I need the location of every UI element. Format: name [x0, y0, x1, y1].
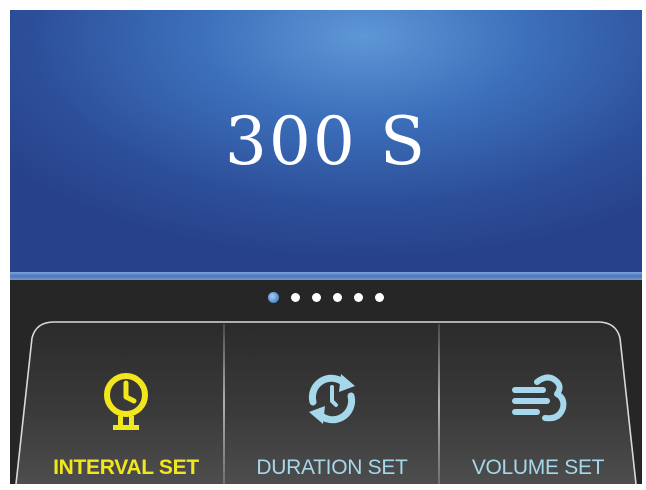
page-indicator — [10, 292, 642, 306]
volume-set-label: VOLUME SET — [471, 456, 605, 479]
volume-set-button[interactable]: VOLUME SET — [440, 322, 636, 484]
clock-icon — [104, 373, 148, 430]
page-dot-2[interactable] — [291, 293, 300, 302]
cycle-arrows-icon — [308, 374, 356, 424]
value-display: 300 S — [10, 10, 642, 272]
airflow-icon — [512, 374, 567, 422]
settings-panel: INTERVAL SET DURATION SET VOLUME SET — [10, 310, 642, 484]
page-dot-4[interactable] — [333, 293, 342, 302]
duration-set-button[interactable]: DURATION SET — [226, 322, 438, 484]
value-readout: 300 S — [224, 103, 428, 180]
interval-set-button[interactable]: INTERVAL SET — [28, 322, 224, 484]
device-frame: 300 S INTERVAL SET DURATION SET VOLUME S… — [10, 10, 642, 484]
display-divider — [10, 272, 642, 280]
interval-set-label: INTERVAL SET — [53, 456, 199, 479]
duration-set-label: DURATION SET — [256, 456, 408, 479]
page-dot-3[interactable] — [312, 293, 321, 302]
page-dot-5[interactable] — [354, 293, 363, 302]
page-dot-6[interactable] — [375, 293, 384, 302]
page-dot-1[interactable] — [268, 292, 279, 303]
